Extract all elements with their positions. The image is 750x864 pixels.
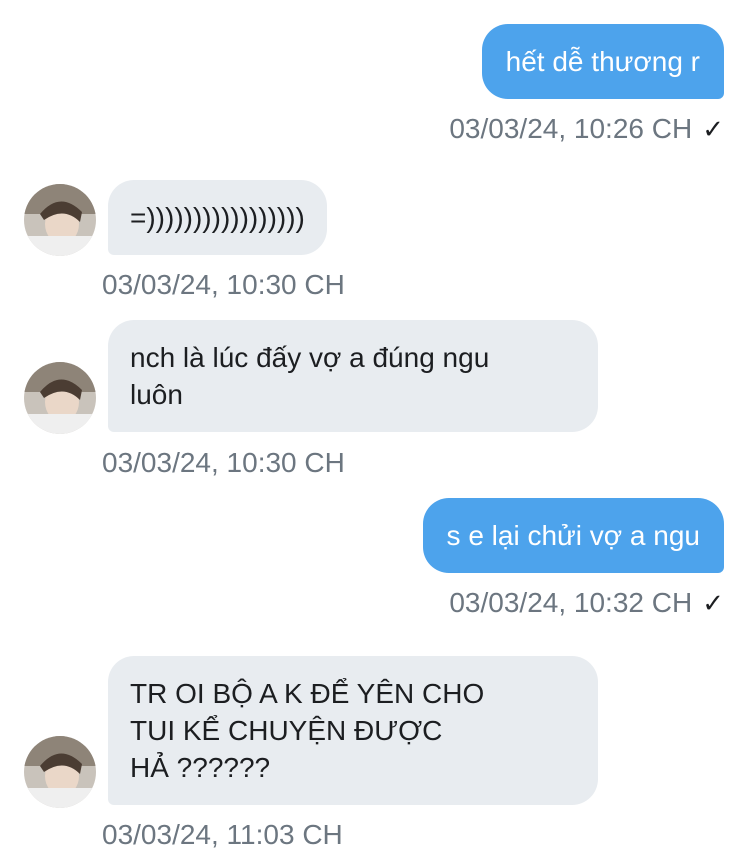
avatar-image: [24, 184, 96, 256]
incoming-message-bubble[interactable]: TR OI BỘ A K ĐỂ YÊN CHO TUI KỂ CHUYỆN ĐƯ…: [108, 656, 598, 805]
message-timestamp: 03/03/24, 11:03 CH: [102, 818, 343, 852]
timestamp-text: 03/03/24, 11:03 CH: [102, 819, 343, 850]
outgoing-message-bubble[interactable]: s e lại chửi vợ a ngu: [422, 498, 724, 573]
message-timestamp: 03/03/24, 10:26 CH ✓: [449, 112, 724, 146]
timestamp-text: 03/03/24, 10:30 CH: [102, 269, 345, 300]
timestamp-text: 03/03/24, 10:26 CH: [449, 113, 693, 144]
avatar[interactable]: [24, 184, 96, 256]
avatar-image: [24, 362, 96, 434]
avatar[interactable]: [24, 362, 96, 434]
incoming-message-bubble[interactable]: =))))))))))))))))): [108, 180, 327, 255]
sent-check-icon: ✓: [702, 114, 724, 144]
timestamp-text: 03/03/24, 10:30 CH: [102, 447, 345, 478]
message-timestamp: 03/03/24, 10:30 CH: [102, 268, 345, 302]
avatar[interactable]: [24, 736, 96, 808]
outgoing-message-bubble[interactable]: hết dễ thương r: [481, 24, 724, 99]
message-timestamp: 03/03/24, 10:32 CH ✓: [449, 586, 724, 620]
avatar-image: [24, 736, 96, 808]
sent-check-icon: ✓: [702, 588, 724, 618]
timestamp-text: 03/03/24, 10:32 CH: [449, 587, 693, 618]
incoming-message-bubble[interactable]: nch là lúc đấy vợ a đúng ngu luôn: [108, 320, 598, 432]
message-timestamp: 03/03/24, 10:30 CH: [102, 446, 345, 480]
